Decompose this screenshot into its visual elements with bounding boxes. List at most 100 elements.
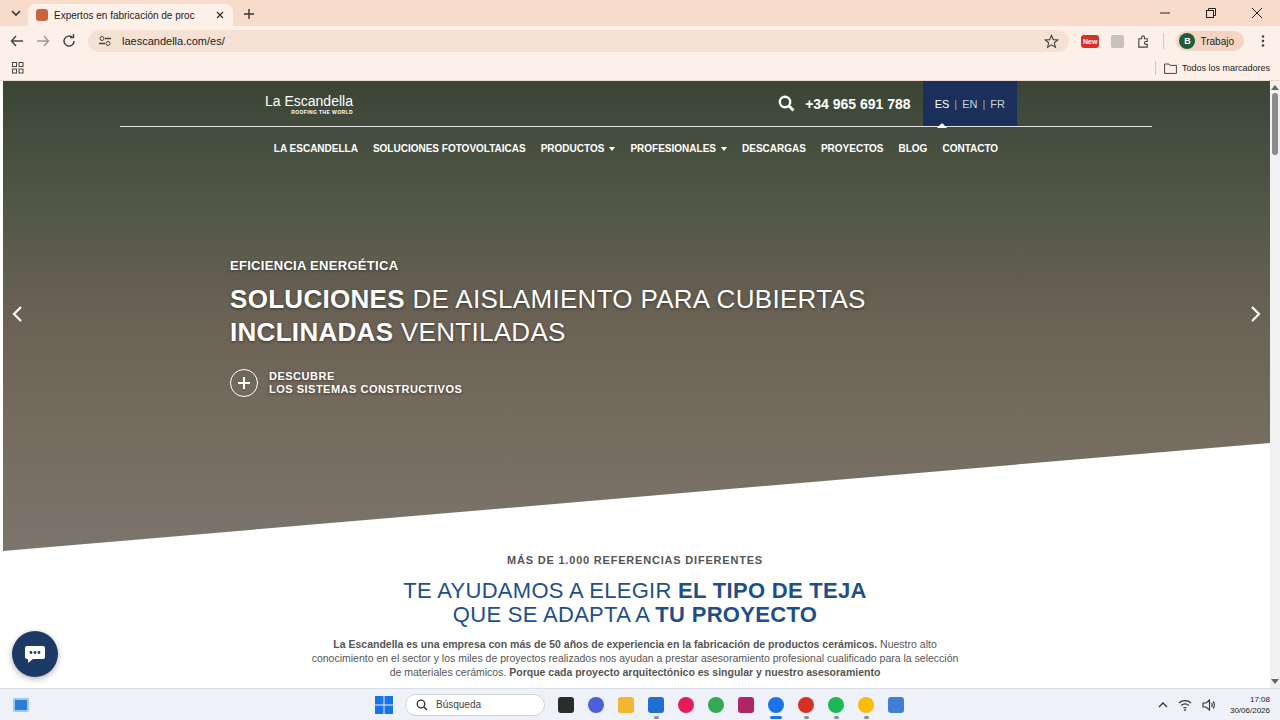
extension-icon[interactable] (1111, 35, 1124, 48)
taskbar-app[interactable] (677, 690, 695, 720)
taskbar-app[interactable] (887, 690, 905, 720)
site-logo[interactable]: La Escandella ROOFING THE WORLD (265, 93, 353, 115)
page-content: La Escandella ROOFING THE WORLD +34 965 … (0, 81, 1270, 688)
clock[interactable]: 17:08 30/06/2026 (1230, 694, 1270, 716)
menu-dots-icon[interactable] (1256, 34, 1270, 48)
scrollbar-thumb[interactable] (1272, 93, 1278, 155)
close-window-button[interactable] (1234, 0, 1280, 26)
taskbar-app[interactable] (767, 690, 785, 720)
site-header: La Escandella ROOFING THE WORLD +34 965 … (120, 81, 1152, 154)
clock-time: 17:08 (1250, 694, 1270, 705)
app-icon (618, 697, 634, 713)
nav-item[interactable]: DESCARGAS (742, 143, 806, 154)
taskbar-app[interactable] (617, 690, 635, 720)
taskbar-search[interactable]: Búsqueda (405, 694, 545, 716)
nav-item[interactable]: BLOG (899, 143, 928, 154)
language-option[interactable]: EN (962, 98, 977, 110)
new-tab-icon[interactable] (243, 8, 255, 20)
main-nav: LA ESCANDELLA SOLUCIONES FOTOVOLTAICAS PRO… (120, 143, 1152, 154)
profile-button[interactable]: B Trabajo (1176, 31, 1244, 51)
browser-tab[interactable]: Expertos en fabricación de proc (28, 4, 233, 26)
app-icon (768, 697, 784, 713)
dropdown-caret-icon (609, 147, 615, 151)
app-icon (588, 697, 604, 713)
all-bookmarks-button[interactable]: Todos los marcadores (1164, 63, 1270, 74)
clock-date: 30/06/2026 (1230, 705, 1270, 716)
site-info-icon[interactable] (98, 34, 112, 48)
minimize-icon (1160, 8, 1170, 18)
language-switcher: ES| EN| FR (923, 81, 1017, 126)
taskbar-app[interactable] (647, 690, 665, 720)
slider-next-button[interactable] (1250, 305, 1262, 327)
chevron-down-icon (10, 7, 22, 19)
wifi-icon[interactable] (1178, 699, 1192, 711)
running-indicator (864, 716, 869, 719)
minimize-button[interactable] (1142, 0, 1188, 26)
back-icon[interactable] (10, 34, 24, 48)
taskbar-app[interactable] (797, 690, 815, 720)
app-icon (678, 697, 694, 713)
restore-icon (1206, 8, 1216, 18)
taskbar-app[interactable] (857, 690, 875, 720)
search-icon[interactable] (778, 95, 795, 112)
widgets-icon[interactable] (13, 698, 29, 712)
language-option[interactable]: ES (935, 98, 950, 110)
hero-caption: EFICIENCIA ENERGÉTICA SOLUCIONES DE AISL… (230, 258, 1270, 397)
windows-start-icon[interactable] (375, 696, 393, 714)
app-icon (888, 697, 904, 713)
taskbar-app[interactable] (827, 690, 845, 720)
scrollbar[interactable] (1270, 81, 1280, 688)
discover-button[interactable]: DESCUBRELOS SISTEMAS CONSTRUCTIVOS (230, 369, 1270, 397)
tab-strip: Expertos en fabricación de proc (0, 0, 1280, 26)
nav-item[interactable]: PROYECTOS (821, 143, 884, 154)
intro-paragraph: La Escandella es una empresa con más de … (305, 637, 965, 679)
scroll-up-icon[interactable] (1271, 84, 1279, 90)
forward-icon[interactable] (36, 34, 50, 48)
nav-item[interactable]: CONTACTO (942, 143, 998, 154)
chevron-right-icon (1250, 305, 1262, 323)
tray-expand-icon[interactable] (1158, 701, 1168, 709)
nav-item[interactable]: PRODUCTOS (541, 143, 616, 154)
tab-search-button[interactable] (6, 0, 26, 26)
taskbar-app[interactable] (737, 690, 755, 720)
search-icon (416, 699, 428, 711)
hero-eyebrow: EFICIENCIA ENERGÉTICA (230, 258, 1270, 273)
volume-icon[interactable] (1202, 699, 1216, 711)
extensions-puzzle-icon[interactable] (1136, 34, 1151, 49)
taskbar-app[interactable] (707, 690, 725, 720)
nav-item[interactable]: PROFESIONALES (630, 143, 727, 154)
browser-toolbar: laescandella.com/es/ New B Trabajo (0, 26, 1280, 56)
profile-name: Trabajo (1200, 36, 1234, 47)
taskbar: Búsqueda 17:08 30/06/2026 (0, 688, 1280, 720)
running-indicator (834, 716, 839, 719)
bookmark-star-icon[interactable] (1044, 34, 1059, 49)
chat-bubble-icon (24, 644, 46, 664)
bookmarks-bar: Todos los marcadores (0, 56, 1280, 81)
app-icon (708, 697, 724, 713)
favicon-icon (36, 9, 48, 21)
hero-banner: La Escandella ROOFING THE WORLD +34 965 … (3, 81, 1270, 551)
close-icon[interactable] (215, 10, 225, 20)
url-text: laescandella.com/es/ (122, 35, 225, 47)
taskbar-app[interactable] (587, 690, 605, 720)
extension-new-button[interactable]: New (1081, 35, 1099, 48)
running-indicator (654, 716, 659, 719)
phone-number[interactable]: +34 965 691 788 (805, 96, 911, 112)
language-option[interactable]: FR (990, 98, 1005, 110)
chat-button[interactable] (12, 631, 58, 677)
reload-icon[interactable] (62, 34, 76, 48)
taskbar-app[interactable] (557, 690, 575, 720)
maximize-button[interactable] (1188, 0, 1234, 26)
tab-label: Expertos en fabricación de proc (54, 10, 209, 21)
scroll-down-icon[interactable] (1271, 679, 1279, 685)
address-bar[interactable]: laescandella.com/es/ (88, 30, 1069, 52)
running-indicator (804, 716, 809, 719)
close-icon (1252, 8, 1262, 18)
slider-prev-button[interactable] (11, 305, 23, 327)
nav-item[interactable]: LA ESCANDELLA (274, 143, 358, 154)
intro-section: MÁS DE 1.000 REFERENCIAS DIFERENTES TE A… (0, 551, 1270, 679)
apps-grid-icon[interactable] (12, 62, 24, 74)
app-icon (828, 697, 844, 713)
plus-icon (230, 369, 258, 397)
nav-item[interactable]: SOLUCIONES FOTOVOLTAICAS (373, 143, 526, 154)
